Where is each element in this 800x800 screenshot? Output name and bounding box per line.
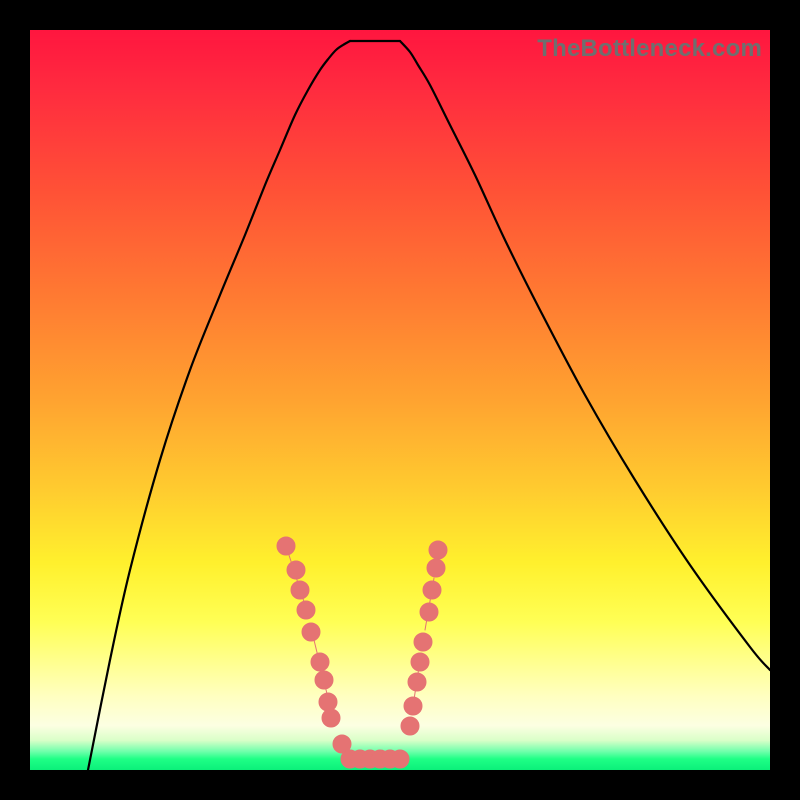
marker-bead-right-1: [427, 559, 445, 577]
marker-bead-right-8: [401, 717, 419, 735]
marker-bead-left-4: [302, 623, 320, 641]
marker-bead-right-4: [414, 633, 432, 651]
marker-bead-left-2: [291, 581, 309, 599]
marker-bead-left-6: [315, 671, 333, 689]
marker-bead-right-3: [420, 603, 438, 621]
outer-frame: TheBottleneck.com: [0, 0, 800, 800]
chart-svg: [30, 30, 770, 770]
plot-panel: TheBottleneck.com: [30, 30, 770, 770]
marker-bead-right-7: [404, 697, 422, 715]
marker-bead-left-1: [287, 561, 305, 579]
marker-bead-left-3: [297, 601, 315, 619]
marker-bead-left-8: [322, 709, 340, 727]
marker-pill-left-0: [288, 552, 306, 608]
marker-bead-right-2: [423, 581, 441, 599]
marker-bead-bottom-5: [391, 750, 409, 768]
marker-bead-right-5: [411, 653, 429, 671]
marker-bead-right-0: [429, 541, 447, 559]
series-right-curve: [400, 41, 770, 670]
marker-layer: [277, 537, 447, 768]
marker-bead-left-5: [311, 653, 329, 671]
marker-bead-left-7: [319, 693, 337, 711]
marker-bead-right-6: [408, 673, 426, 691]
marker-bead-left-0: [277, 537, 295, 555]
